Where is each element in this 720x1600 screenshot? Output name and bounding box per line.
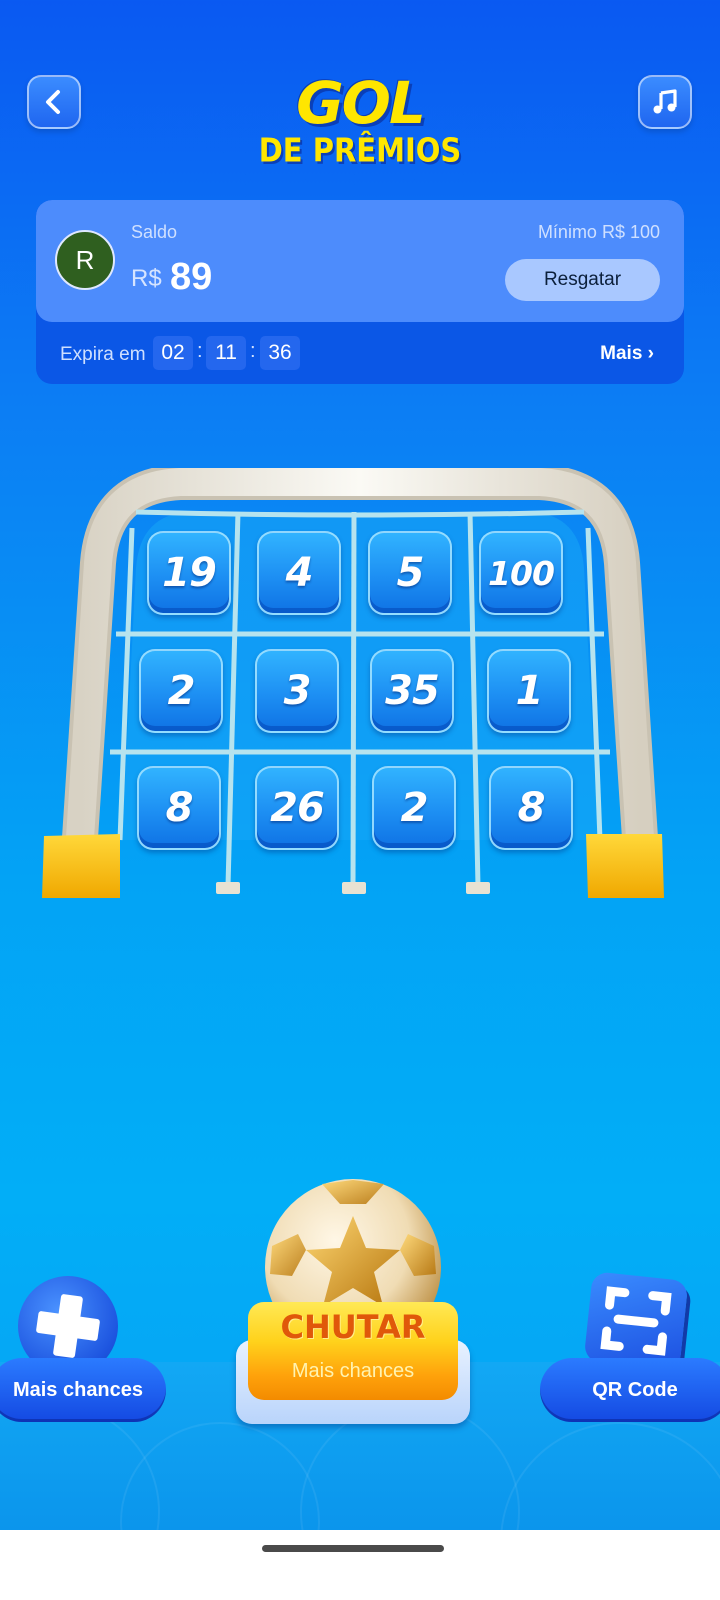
prize-tile[interactable]: 26 (255, 766, 339, 850)
music-note-icon (653, 89, 677, 114)
balance-card-top: R Saldo R$ 89 Mínimo R$ 100 Resgatar (36, 200, 684, 322)
music-button[interactable] (638, 75, 692, 129)
prize-value: 4 (285, 550, 314, 596)
prize-value: 35 (385, 668, 440, 714)
more-link[interactable]: Mais › (600, 343, 654, 365)
minimum-withdraw-label: Mínimo R$ 100 (537, 222, 660, 242)
qr-code-icon[interactable] (583, 1271, 689, 1371)
prize-tile[interactable]: 35 (370, 649, 454, 733)
prize-tile[interactable]: 2 (139, 649, 223, 733)
more-chances-button[interactable]: Mais chances (0, 1358, 166, 1422)
logo-subtitle: DE PRÊMIOS (258, 130, 462, 170)
game-logo: GOL DE PRÊMIOS (235, 72, 485, 172)
prize-value: 8 (165, 785, 194, 831)
timer-hours: 02 (153, 336, 193, 370)
prize-value: 2 (400, 785, 429, 831)
avatar: R (55, 230, 115, 290)
prize-value: 100 (488, 553, 555, 593)
prize-tile[interactable]: 1 (487, 649, 571, 733)
prize-tile[interactable]: 19 (147, 531, 231, 615)
prize-tile[interactable]: 8 (137, 766, 221, 850)
system-nav-area (0, 1530, 720, 1600)
back-button[interactable] (27, 75, 81, 129)
balance-amount: 89 (170, 256, 213, 298)
kick-button-sublabel: Mais chances (291, 1360, 415, 1382)
timer-minutes: 11 (206, 336, 246, 370)
prize-value: 19 (162, 550, 217, 596)
prize-value: 26 (270, 785, 325, 831)
redeem-button[interactable]: Resgatar (505, 259, 660, 301)
home-indicator[interactable] (262, 1545, 444, 1552)
goal-frame (42, 468, 664, 898)
prize-value: 3 (283, 668, 312, 714)
kick-button[interactable]: CHUTAR Mais chances (248, 1302, 458, 1400)
logo-title: GOL (296, 69, 426, 137)
balance-label: Saldo (131, 222, 178, 242)
timer-separator: : (197, 340, 203, 362)
prize-tile[interactable]: 2 (372, 766, 456, 850)
prize-value: 5 (396, 550, 425, 596)
timer-separator: : (250, 340, 256, 362)
prize-tile[interactable]: 4 (257, 531, 341, 615)
balance-currency: R$ (131, 265, 162, 292)
qr-code-button[interactable]: QR Code (540, 1358, 720, 1422)
prize-value: 8 (517, 785, 546, 831)
timer-seconds: 36 (260, 336, 300, 370)
chevron-left-icon (46, 90, 60, 114)
prize-value: 1 (515, 668, 544, 714)
kick-button-label: CHUTAR (280, 1308, 426, 1346)
prize-tile[interactable]: 5 (368, 531, 452, 615)
goal-grid: 19 4 5 100 2 3 35 1 8 26 2 8 (40, 468, 680, 908)
balance-card: R Saldo R$ 89 Mínimo R$ 100 Resgatar Exp… (36, 200, 684, 384)
prize-tile[interactable]: 100 (479, 531, 563, 615)
prize-tile[interactable]: 3 (255, 649, 339, 733)
prize-tile[interactable]: 8 (489, 766, 573, 850)
qr-scan-icon (600, 1286, 672, 1356)
prize-value: 2 (167, 668, 196, 714)
expires-label: Expira em (60, 344, 146, 365)
